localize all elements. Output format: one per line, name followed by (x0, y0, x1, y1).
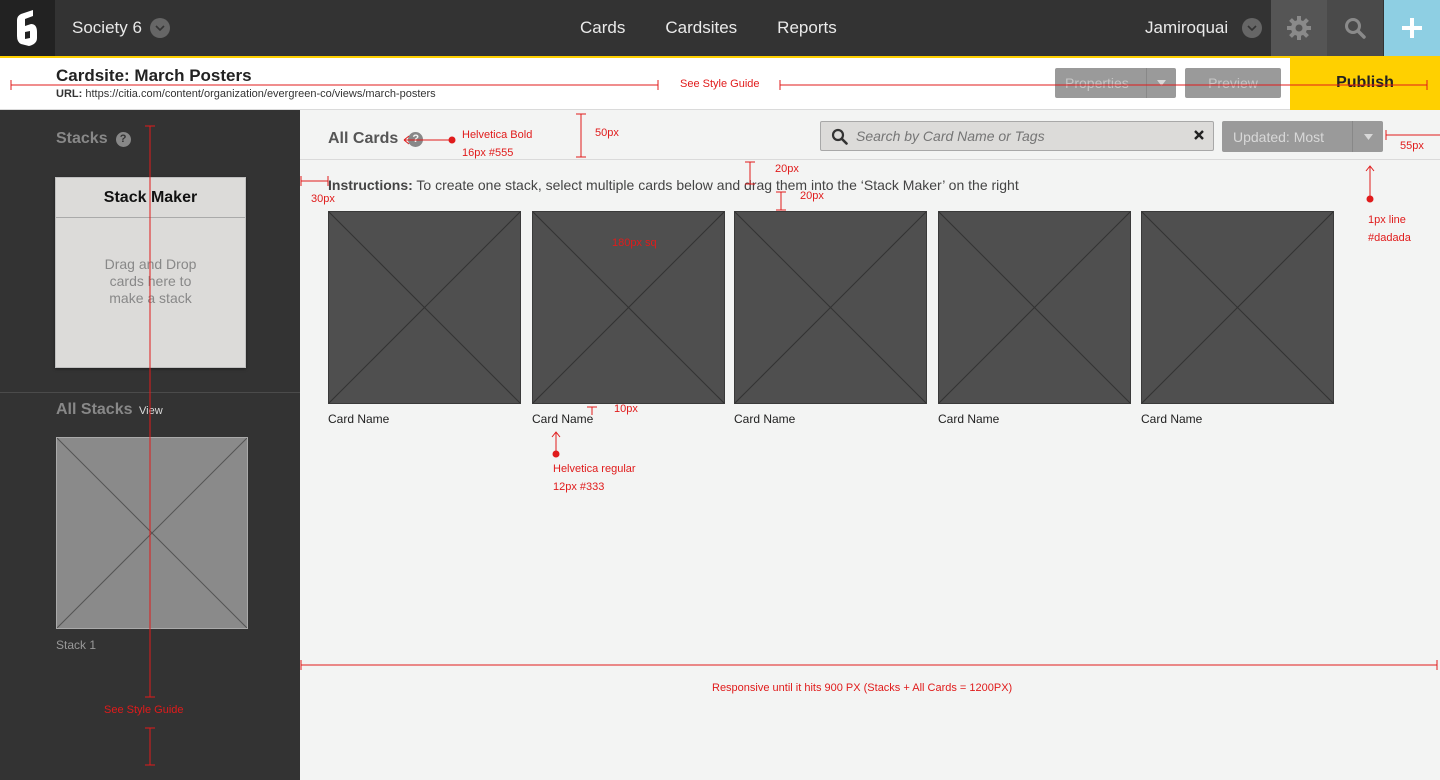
stacks-heading: Stacks ? (56, 130, 131, 148)
gear-icon (1287, 16, 1311, 40)
main-nav: Cards Cardsites Reports (580, 0, 877, 56)
close-icon[interactable] (1193, 128, 1205, 146)
card-item[interactable]: Card Name (734, 211, 927, 426)
stacks-sidebar: Stacks ? Stack Maker Drag and Drop cards… (0, 110, 300, 780)
url-label: URL: (56, 88, 83, 100)
search-icon (1345, 18, 1366, 39)
cardsite-url: URL: https://citia.com/content/organizat… (56, 88, 436, 100)
stacks-title: Stacks (56, 130, 108, 147)
all-cards-heading: All Cards ? (328, 130, 424, 148)
card-thumbnail[interactable] (938, 211, 1131, 404)
annotation-responsive: Responsive until it hits 900 PX (Stacks … (712, 682, 1013, 694)
caret-down-icon[interactable] (1146, 68, 1176, 98)
card-thumbnail[interactable] (734, 211, 927, 404)
annotation-font-regular-size: 12px #333 (553, 481, 605, 493)
annotation-20px-b: 20px (800, 190, 824, 202)
all-stacks-title: All Stacks (56, 401, 133, 418)
annotation-20px-a: 20px (775, 163, 799, 175)
stack-maker-dropzone[interactable]: Stack Maker Drag and Drop cards here to … (55, 177, 246, 368)
help-icon[interactable]: ? (408, 131, 424, 147)
add-button[interactable] (1384, 0, 1440, 56)
image-placeholder-icon (734, 211, 927, 404)
help-icon[interactable]: ? (115, 131, 131, 147)
annotation-font-regular: Helvetica regular (553, 463, 636, 475)
publish-button[interactable]: Publish (1290, 56, 1440, 110)
card-name: Card Name (734, 412, 796, 426)
card-name: Card Name (938, 412, 1000, 426)
card-item[interactable]: Card Name (1141, 211, 1334, 426)
properties-label: Properties (1065, 75, 1129, 91)
properties-button[interactable]: Properties (1055, 68, 1176, 98)
stack-thumbnail[interactable] (56, 437, 248, 629)
user-name: Jamiroquai (1145, 18, 1229, 37)
page-title: Cardsite: March Posters (56, 66, 252, 85)
search-input[interactable] (856, 128, 1176, 144)
all-cards-title: All Cards (328, 130, 399, 147)
stack-maker-hint: Drag and Drop cards here to make a stack (104, 256, 197, 306)
plus-icon (1402, 18, 1422, 38)
all-cards-panel: All Cards ? Updated: Most Instructions: … (300, 110, 1440, 780)
image-placeholder-icon (1141, 211, 1334, 404)
header-divider (300, 159, 1440, 160)
card-thumbnail[interactable] (328, 211, 521, 404)
settings-button[interactable] (1271, 0, 1327, 56)
org-name: Society 6 (72, 18, 142, 37)
card-name: Card Name (328, 412, 390, 426)
stack-maker-title: Stack Maker (56, 178, 245, 218)
sort-dropdown[interactable]: Updated: Most (1222, 121, 1383, 152)
top-nav: Society 6 Cards Cardsites Reports Jamiro… (0, 0, 1440, 56)
card-search (820, 121, 1214, 151)
sort-label: Updated: Most (1233, 128, 1325, 145)
instructions: Instructions: To create one stack, selec… (328, 177, 1019, 193)
card-name: Card Name (1141, 412, 1203, 426)
app-logo[interactable] (0, 0, 55, 56)
image-placeholder-icon (328, 211, 521, 404)
caret-down-icon (1352, 121, 1383, 152)
card-thumbnail[interactable] (1141, 211, 1334, 404)
annotation-style-guide-side: See Style Guide (104, 704, 184, 716)
nav-cardsites[interactable]: Cardsites (665, 18, 737, 38)
url-link[interactable]: https://citia.com/content/organization/e… (85, 88, 435, 100)
logo-icon (16, 10, 37, 46)
search-icon (831, 128, 848, 145)
annotation-180px-sq: 180px sq (612, 237, 657, 249)
image-placeholder-icon (56, 437, 248, 629)
nav-reports[interactable]: Reports (777, 18, 837, 38)
image-placeholder-icon (938, 211, 1131, 404)
annotation-1px-line: 1px line (1368, 214, 1406, 226)
user-menu[interactable]: Jamiroquai (1145, 0, 1263, 56)
annotation-30px: 30px (311, 193, 335, 205)
chevron-down-icon (1242, 18, 1263, 38)
annotation-50px: 50px (595, 127, 619, 139)
preview-button[interactable]: Preview (1185, 68, 1281, 98)
view-stacks-link[interactable]: View (139, 405, 163, 417)
card-item[interactable]: Card Name (328, 211, 521, 426)
stack-name: Stack 1 (56, 638, 97, 652)
sidebar-divider (0, 392, 300, 393)
instructions-label: Instructions: (328, 177, 413, 193)
nav-cards[interactable]: Cards (580, 18, 625, 38)
annotation-10px: 10px (614, 403, 638, 415)
search-button[interactable] (1327, 0, 1383, 56)
annotation-font-bold-size: 16px #555 (462, 147, 514, 159)
annotation-line-color: #dadada (1368, 232, 1411, 244)
annotation-style-guide: See Style Guide (680, 78, 760, 90)
annotation-font-bold: Helvetica Bold (462, 129, 533, 141)
chevron-down-icon (149, 18, 170, 38)
annotation-55px: 55px (1400, 140, 1424, 152)
instructions-text: To create one stack, select multiple car… (412, 177, 1019, 193)
card-item[interactable]: Card Name (938, 211, 1131, 426)
org-switcher[interactable]: Society 6 (72, 0, 170, 56)
